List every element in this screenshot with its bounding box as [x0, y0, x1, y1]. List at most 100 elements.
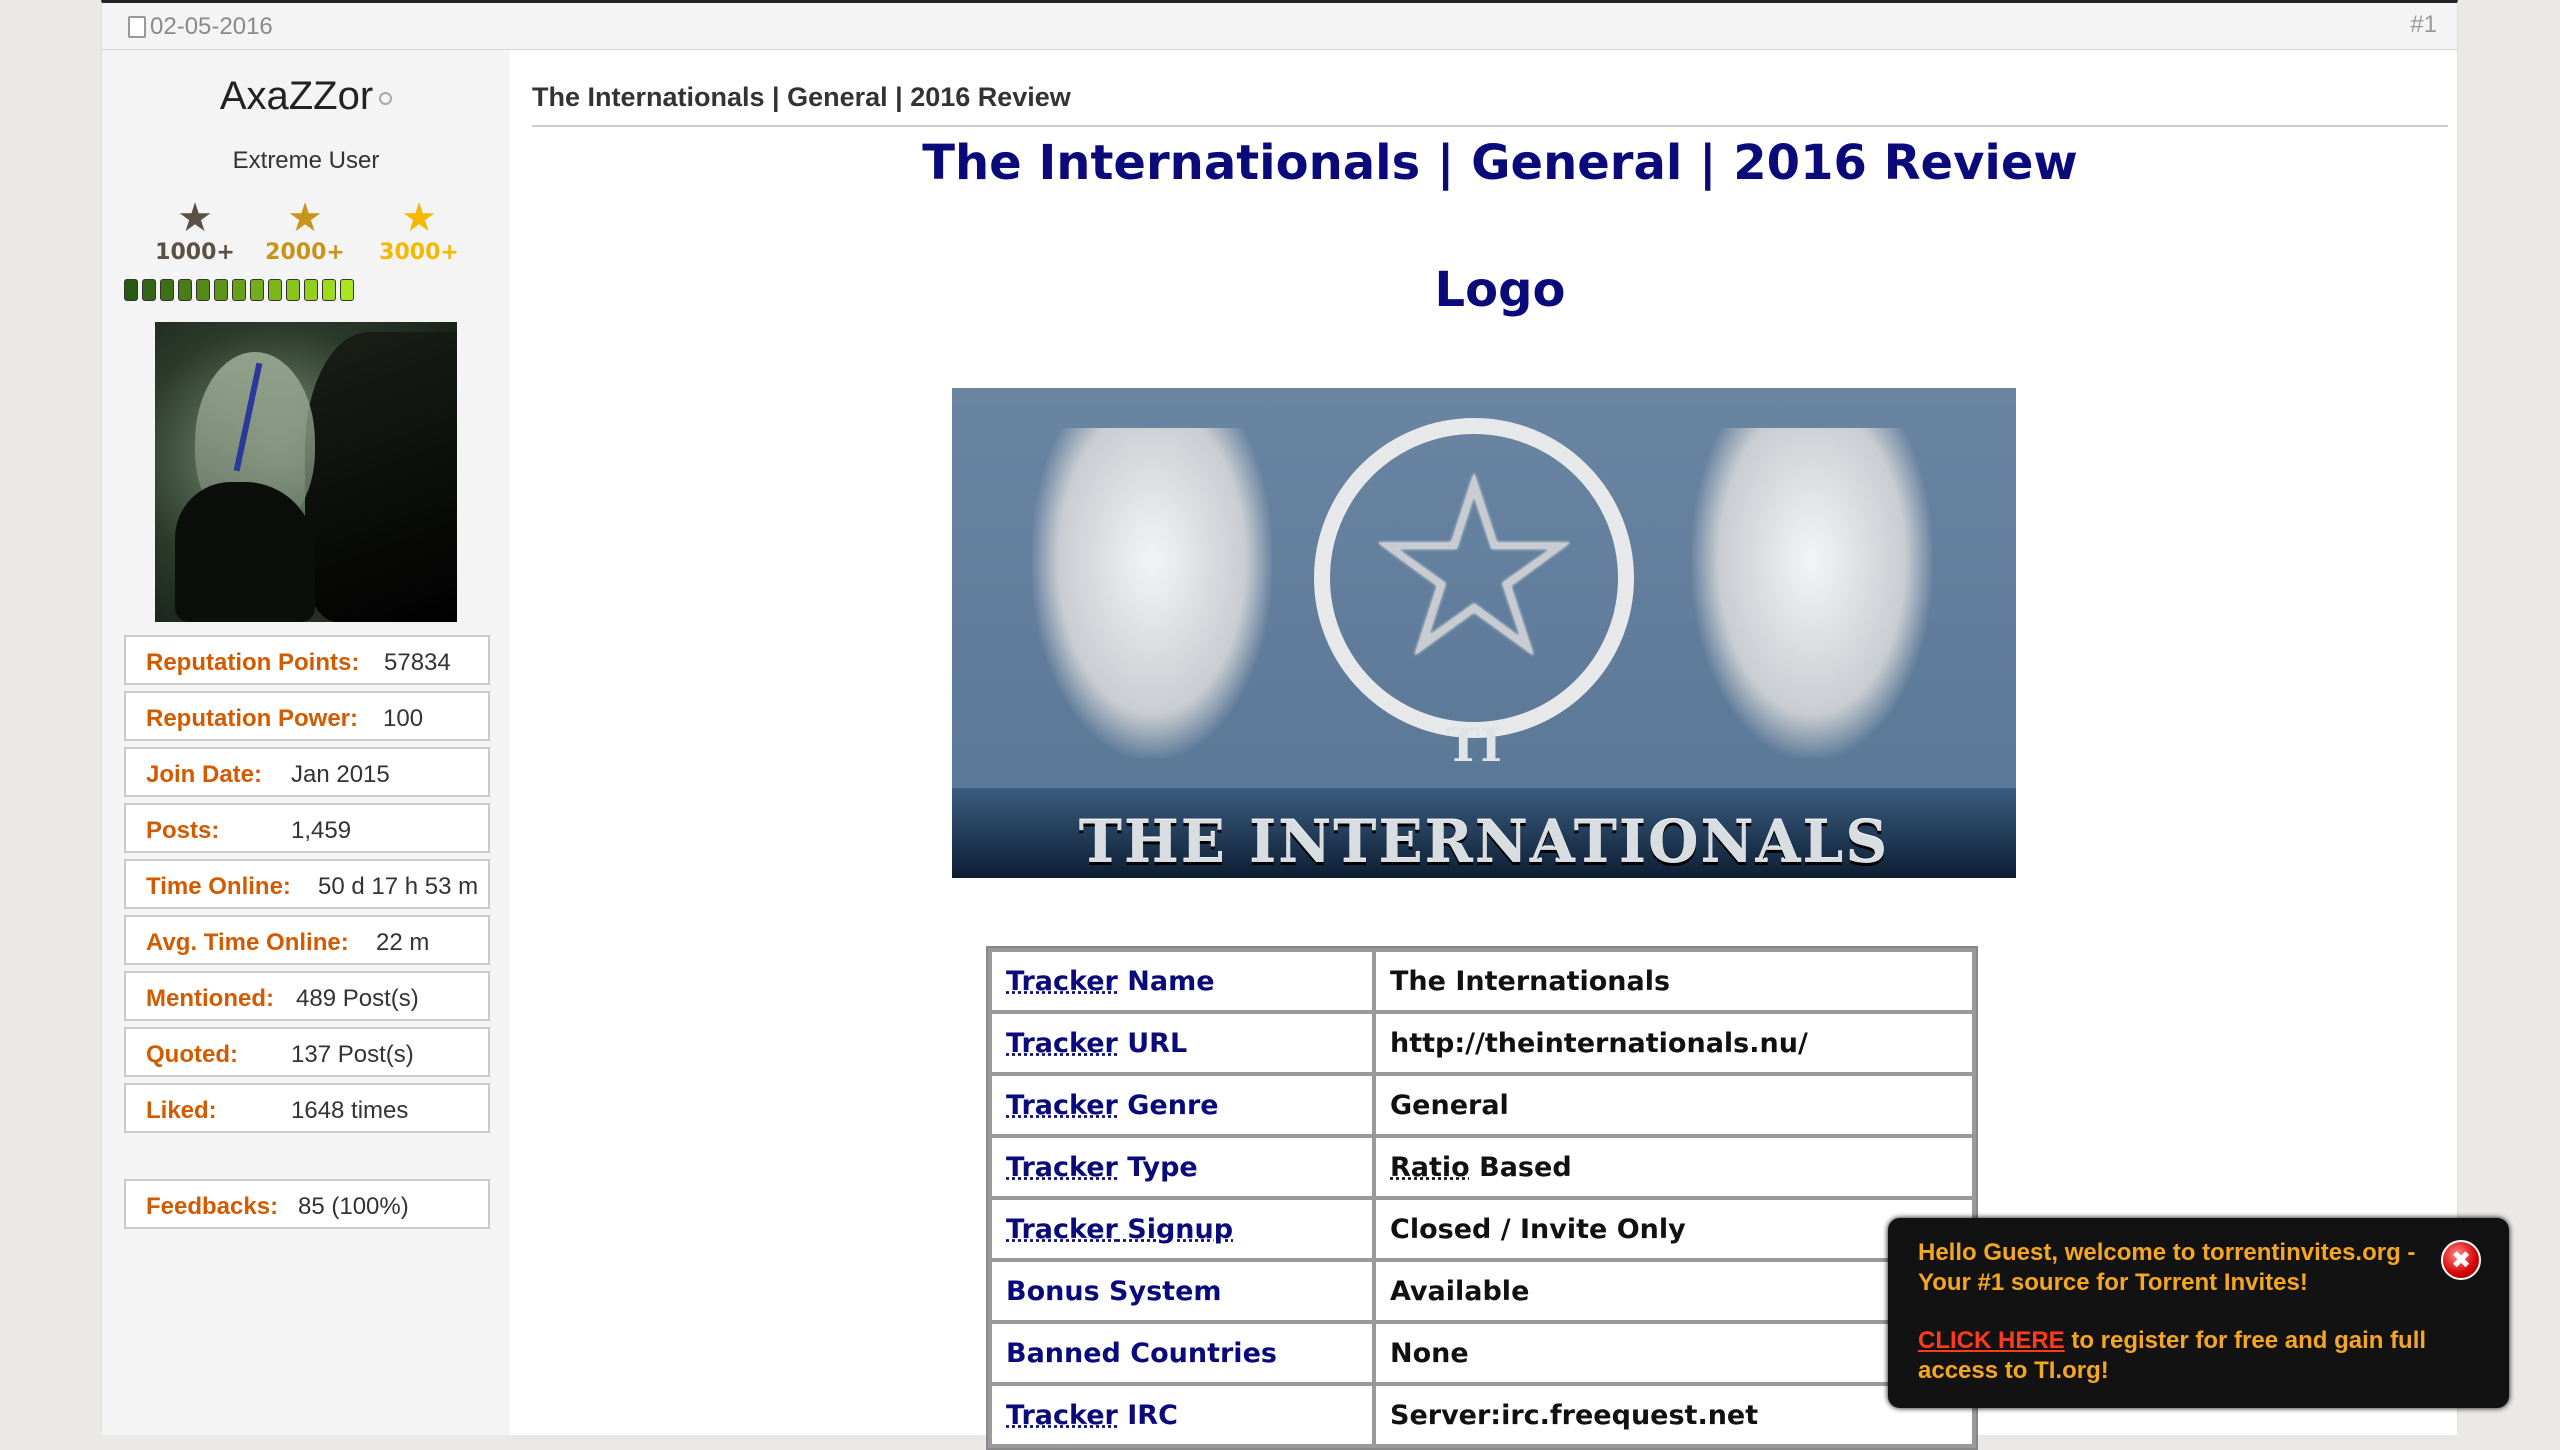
table-value-cell: Server:irc.freequest.net [1376, 1386, 1972, 1444]
table-value-cell: None [1376, 1324, 1972, 1382]
table-value-cell: Ratio Based [1376, 1138, 1972, 1196]
review-heading: The Internationals | General | 2016 Revi… [922, 135, 2078, 191]
table-value-text: General [1390, 1089, 1509, 1121]
logo-heading: Logo [1434, 262, 1566, 318]
stat-feedbacks: Feedbacks: 85 (100%) [124, 1179, 490, 1229]
keyword-link[interactable]: Tracker [1006, 966, 1118, 997]
reputation-segment [340, 279, 354, 301]
post-date-text: 02-05-2016 [150, 13, 273, 40]
table-value-text: None [1390, 1337, 1469, 1369]
star-icon: ★ [287, 195, 323, 241]
table-row: Tracker URL http://theinternationals.nu/ [992, 1014, 1972, 1072]
star-emblem-icon: ☆ [1361, 428, 1587, 707]
post-header: 02-05-2016 #1 [102, 3, 2457, 50]
stat-reputation-points: Reputation Points: 57834 [124, 635, 490, 685]
divider [532, 125, 2448, 127]
stat-posts: Posts: 1,459 [124, 803, 490, 853]
close-icon[interactable]: ✖ [2441, 1240, 2481, 1280]
table-key-cell: Tracker Name [992, 952, 1372, 1010]
table-value-cell: Closed / Invite Only [1376, 1200, 1972, 1258]
keyword-link[interactable]: Tracker [1006, 1090, 1118, 1121]
reputation-segment [304, 279, 318, 301]
star-icon: ★ [177, 195, 213, 241]
table-key-cell: Tracker Genre [992, 1076, 1372, 1134]
table-value-cell: The Internationals [1376, 952, 1972, 1010]
keyword-link[interactable]: Tracker [1006, 1214, 1118, 1245]
table-key-text: Genre [1117, 1089, 1219, 1121]
stat-quoted: Quoted: 137 Post(s) [124, 1027, 490, 1077]
lion-icon [1032, 428, 1272, 758]
post-date: 02-05-2016 [128, 13, 273, 41]
table-row: Tracker Genre General [992, 1076, 1972, 1134]
user-sidebar: AxaZZor Extreme User ★ 1000+ ★ 2000+ ★ 3000… [102, 50, 511, 1435]
reputation-segment [232, 279, 246, 301]
guest-welcome-popup: Hello Guest, welcome to torrentinvites.o… [1888, 1218, 2509, 1408]
keyword-link[interactable]: Ratio [1390, 1152, 1470, 1183]
popup-welcome-text: Hello Guest, welcome to torrentinvites.o… [1918, 1239, 2416, 1296]
award-label: 3000+ [379, 240, 459, 265]
reputation-segment [322, 279, 336, 301]
stat-join-date: Join Date: Jan 2015 [124, 747, 490, 797]
reputation-segment [250, 279, 264, 301]
table-key-text[interactable]: Signup [1118, 1214, 1233, 1245]
reputation-segment [178, 279, 192, 301]
logo-ti-text: TI [1446, 718, 1502, 772]
table-key-cell: Tracker IRC [992, 1386, 1372, 1444]
stat-avg-time-online: Avg. Time Online: 22 m [124, 915, 490, 965]
logo-banner-text: THE INTERNATIONALS [1078, 808, 1890, 876]
table-key-cell: Tracker Type [992, 1138, 1372, 1196]
offline-status-icon [379, 91, 393, 105]
table-value-text: Based [1469, 1151, 1572, 1183]
table-row: Tracker Signup Closed / Invite Only [992, 1200, 1972, 1258]
award-3000[interactable]: ★ 3000+ [374, 196, 464, 265]
award-label: 2000+ [265, 240, 345, 265]
reputation-segment [214, 279, 228, 301]
reputation-segment [196, 279, 210, 301]
username-link[interactable]: AxaZZor [220, 74, 373, 118]
table-value-text: http://theinternationals.nu/ [1390, 1027, 1808, 1059]
keyword-link[interactable]: Tracker [1006, 1152, 1118, 1183]
table-row: Tracker IRC Server:irc.freequest.net [992, 1386, 1972, 1444]
tracker-info-table: Tracker Name The Internationals Tracker UR… [986, 946, 1978, 1450]
table-value-text: Closed / Invite Only [1390, 1213, 1686, 1245]
register-link[interactable]: CLICK HERE [1918, 1327, 2065, 1354]
post-icon [128, 16, 146, 38]
award-2000[interactable]: ★ 2000+ [260, 196, 350, 265]
table-row: Banned Countries None [992, 1324, 1972, 1382]
username: AxaZZor [102, 74, 510, 119]
reputation-segment [124, 279, 138, 301]
table-value-cell: General [1376, 1076, 1972, 1134]
stat-time-online: Time Online: 50 d 17 h 53 m [124, 859, 490, 909]
table-key-cell: Tracker Signup [992, 1200, 1372, 1258]
table-value-text: Server:irc.freequest.net [1390, 1399, 1759, 1431]
lion-icon [1692, 428, 1932, 758]
table-row: Bonus System Available [992, 1262, 1972, 1320]
reputation-segment [268, 279, 282, 301]
award-label: 1000+ [155, 240, 235, 265]
table-value-text: The Internationals [1390, 965, 1671, 997]
post-title: The Internationals | General | 2016 Revi… [532, 82, 1071, 112]
tracker-info-body: Tracker Name The Internationals Tracker UR… [992, 952, 1972, 1444]
table-row: Tracker Type Ratio Based [992, 1138, 1972, 1196]
table-key-cell: Tracker URL [992, 1014, 1372, 1072]
table-key-text: URL [1117, 1027, 1188, 1059]
user-title: Extreme User [232, 147, 380, 174]
table-value-cell: http://theinternationals.nu/ [1376, 1014, 1972, 1072]
table-key-text: IRC [1117, 1399, 1178, 1431]
table-key-text: Banned Countries [1006, 1337, 1277, 1369]
table-row: Tracker Name The Internationals [992, 952, 1972, 1010]
tracker-logo-image: ☆ TI THE INTERNATIONALS [952, 388, 2016, 878]
table-key-text: Bonus System [1006, 1275, 1222, 1307]
award-1000[interactable]: ★ 1000+ [150, 196, 240, 265]
table-key-cell: Bonus System [992, 1262, 1372, 1320]
user-avatar[interactable] [155, 322, 457, 622]
post-number-link[interactable]: #1 [2410, 11, 2437, 39]
table-value-text: Available [1390, 1275, 1530, 1307]
table-value-cell: Available [1376, 1262, 1972, 1320]
keyword-link[interactable]: Tracker [1006, 1028, 1118, 1059]
reputation-segment [160, 279, 174, 301]
reputation-segment [142, 279, 156, 301]
keyword-link[interactable]: Tracker [1006, 1400, 1118, 1431]
star-icon: ★ [401, 195, 437, 241]
popup-register-text: CLICK HERE to register for free and gain… [1918, 1326, 2458, 1386]
